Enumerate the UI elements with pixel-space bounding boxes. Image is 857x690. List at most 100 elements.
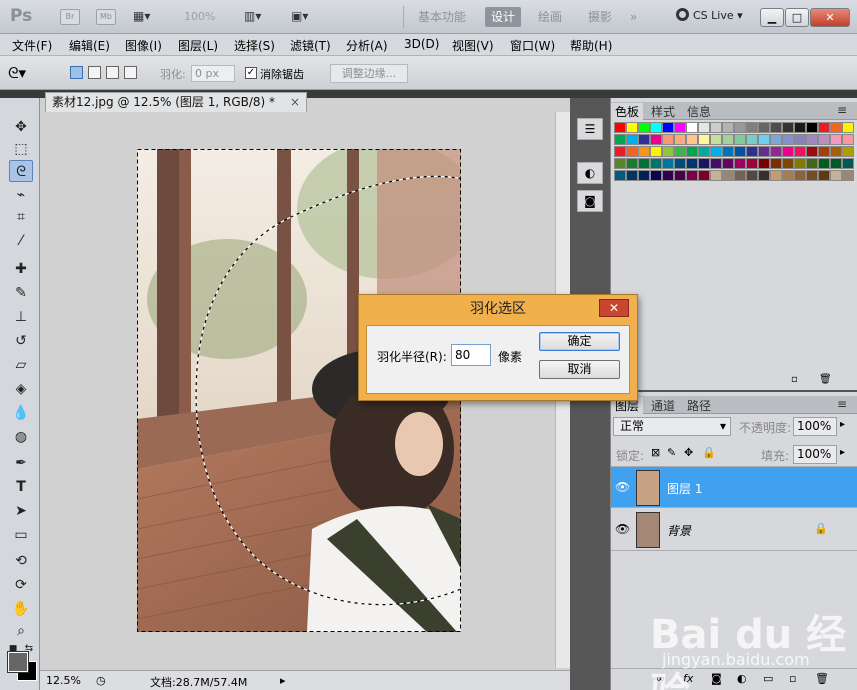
tab-styles[interactable]: 样式: [647, 103, 679, 120]
path-selection-tool-icon[interactable]: ➤: [9, 500, 33, 522]
eraser-tool-icon[interactable]: ▱: [9, 354, 33, 376]
color-swatch[interactable]: [794, 158, 806, 169]
subtract-selection-mode-button[interactable]: [106, 66, 119, 79]
color-swatch[interactable]: [758, 122, 770, 133]
visibility-eye-icon[interactable]: 👁: [615, 522, 630, 536]
lock-position-icon[interactable]: ✥: [684, 446, 693, 459]
workspace-painting[interactable]: 绘画: [532, 7, 568, 27]
color-swatch[interactable]: [770, 146, 782, 157]
marquee-tool-icon[interactable]: ⬚: [9, 138, 33, 160]
feather-input[interactable]: 0 px: [191, 65, 235, 82]
fill-slider-arrow-icon[interactable]: ▸: [840, 447, 845, 458]
new-swatch-icon[interactable]: ▫: [791, 374, 798, 385]
color-swatch[interactable]: [782, 170, 794, 181]
color-swatch[interactable]: [626, 146, 638, 157]
lasso-preset-icon[interactable]: ᘓ▾: [8, 64, 26, 82]
color-swatch[interactable]: [746, 146, 758, 157]
status-info-icon[interactable]: ◷: [96, 674, 106, 687]
document-tab-close-button[interactable]: ×: [290, 93, 300, 112]
quick-selection-tool-icon[interactable]: ⌁: [9, 184, 33, 206]
clone-stamp-tool-icon[interactable]: ⊥: [9, 306, 33, 328]
color-swatch[interactable]: [638, 122, 650, 133]
color-swatch[interactable]: [674, 146, 686, 157]
document-tab[interactable]: 素材12.jpg @ 12.5% (图层 1, RGB/8) * ×: [45, 92, 307, 112]
color-swatch[interactable]: [626, 122, 638, 133]
color-swatch[interactable]: [650, 170, 662, 181]
color-swatch[interactable]: [746, 134, 758, 145]
color-swatch[interactable]: [794, 170, 806, 181]
color-swatch[interactable]: [830, 170, 842, 181]
tab-paths[interactable]: 路径: [683, 397, 715, 414]
color-swatch[interactable]: [698, 146, 710, 157]
color-swatch[interactable]: [830, 122, 842, 133]
layer-row-background[interactable]: 👁 背景 🔒: [611, 509, 857, 551]
cs-live-button[interactable]: CS Live ▾: [676, 8, 743, 22]
maximize-button[interactable]: □: [785, 8, 809, 27]
color-swatch[interactable]: [758, 134, 770, 145]
move-tool-icon[interactable]: ✥: [9, 116, 33, 138]
menu-3d[interactable]: 3D(D): [404, 37, 439, 51]
mini-bridge-button[interactable]: Mb: [96, 9, 116, 25]
color-swatch[interactable]: [782, 146, 794, 157]
color-swatch[interactable]: [818, 158, 830, 169]
workspace-essentials[interactable]: 基本功能: [412, 7, 472, 27]
color-swatch[interactable]: [650, 134, 662, 145]
healing-brush-tool-icon[interactable]: ✚: [9, 258, 33, 280]
layer-row-1[interactable]: 👁 图层 1: [611, 466, 857, 508]
color-swatch[interactable]: [674, 170, 686, 181]
menu-window[interactable]: 窗口(W): [510, 37, 555, 54]
color-swatch[interactable]: [842, 134, 854, 145]
color-swatch[interactable]: [830, 158, 842, 169]
color-swatch[interactable]: [686, 170, 698, 181]
close-button[interactable]: ✕: [810, 8, 850, 27]
color-swatch[interactable]: [770, 134, 782, 145]
color-swatch[interactable]: [842, 122, 854, 133]
refine-edge-button[interactable]: 调整边缘...: [330, 64, 408, 83]
color-swatch[interactable]: [722, 122, 734, 133]
color-swatch[interactable]: [626, 158, 638, 169]
zoom-level[interactable]: 100%: [184, 10, 215, 23]
ok-button[interactable]: 确定: [539, 332, 620, 351]
3d-orbit-tool-icon[interactable]: ⟳: [9, 574, 33, 596]
color-swatch[interactable]: [806, 146, 818, 157]
color-swatch[interactable]: [662, 158, 674, 169]
history-brush-tool-icon[interactable]: ↺: [9, 330, 33, 352]
color-swatch[interactable]: [614, 158, 626, 169]
color-swatch[interactable]: [626, 170, 638, 181]
color-swatch[interactable]: [782, 122, 794, 133]
color-swatch[interactable]: [698, 122, 710, 133]
color-swatch[interactable]: [758, 170, 770, 181]
color-swatch[interactable]: [722, 158, 734, 169]
color-swatch[interactable]: [842, 170, 854, 181]
color-swatch[interactable]: [734, 170, 746, 181]
antialias-checkbox[interactable]: ✓: [245, 67, 257, 79]
color-swatch[interactable]: [638, 158, 650, 169]
shape-tool-icon[interactable]: ▭: [9, 524, 33, 546]
color-swatch[interactable]: [650, 158, 662, 169]
color-swatch[interactable]: [722, 146, 734, 157]
color-swatch[interactable]: [674, 158, 686, 169]
color-swatch[interactable]: [746, 122, 758, 133]
foreground-color-swatch[interactable]: [7, 651, 29, 673]
lock-transparent-icon[interactable]: ⊠: [651, 446, 660, 459]
color-swatch[interactable]: [734, 146, 746, 157]
color-swatch[interactable]: [842, 158, 854, 169]
color-swatch[interactable]: [722, 134, 734, 145]
minimize-button[interactable]: ▁: [760, 8, 784, 27]
color-swatch[interactable]: [638, 146, 650, 157]
color-swatch[interactable]: [674, 134, 686, 145]
dodge-tool-icon[interactable]: ◍: [9, 426, 33, 448]
color-swatch[interactable]: [722, 170, 734, 181]
color-swatch[interactable]: [698, 158, 710, 169]
3d-rotate-tool-icon[interactable]: ⟲: [9, 550, 33, 572]
history-panel-icon[interactable]: ☰: [577, 118, 603, 140]
crop-tool-icon[interactable]: ⌗: [9, 206, 33, 228]
color-swatch[interactable]: [710, 146, 722, 157]
color-swatch[interactable]: [770, 170, 782, 181]
workspace-design[interactable]: 设计: [485, 7, 522, 27]
cancel-button[interactable]: 取消: [539, 360, 620, 379]
color-swatch[interactable]: [662, 146, 674, 157]
color-swatch[interactable]: [782, 158, 794, 169]
color-swatch[interactable]: [794, 122, 806, 133]
color-swatch[interactable]: [710, 170, 722, 181]
